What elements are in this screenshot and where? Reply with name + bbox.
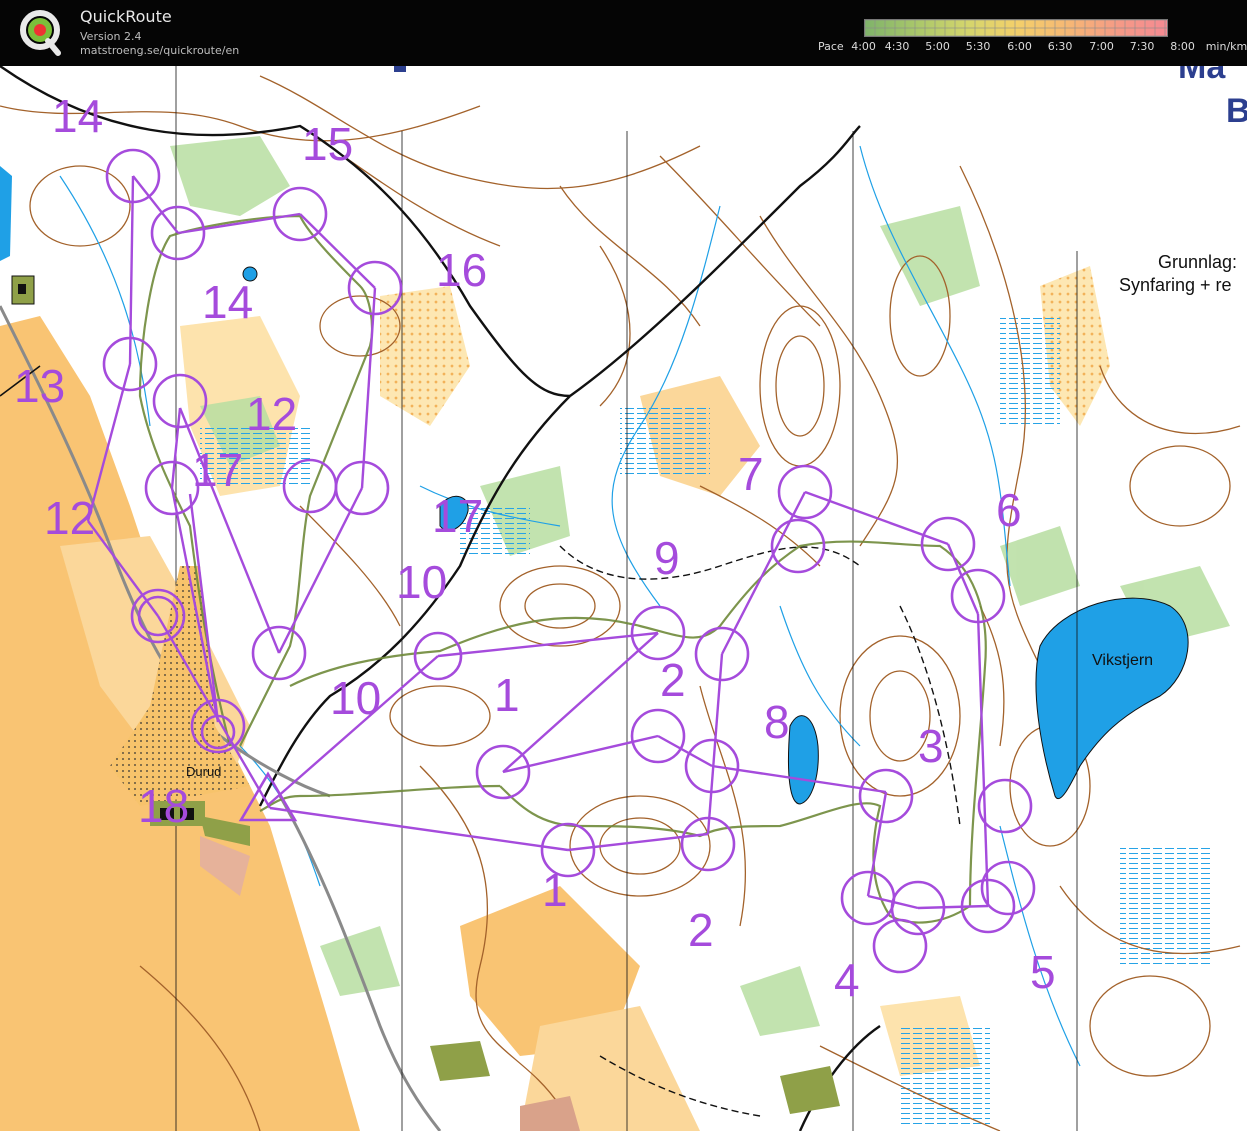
- map-title-fragment-1: Ma: [1178, 66, 1226, 86]
- control-number: 15: [302, 118, 353, 170]
- pace-tick: 4:00: [851, 40, 876, 53]
- pace-color-scale: [864, 19, 1168, 37]
- farm-label: Durud: [186, 764, 221, 779]
- control-number: 12: [246, 388, 297, 440]
- control-number: 6: [996, 484, 1022, 536]
- control-number: 1: [542, 864, 568, 916]
- quickroute-logo-icon: [20, 10, 61, 56]
- pace-tick: 6:30: [1047, 40, 1073, 53]
- control-number: 5: [1030, 946, 1056, 998]
- app-title: QuickRoute: [80, 7, 172, 26]
- pace-tick: 4:30: [884, 40, 910, 53]
- app-url-link[interactable]: matstroeng.se/quickroute/en: [80, 44, 239, 57]
- control-number: 3: [918, 720, 944, 772]
- app-header: QuickRoute Version 2.4 matstroeng.se/qui…: [0, 0, 1247, 66]
- control-number: 17: [192, 444, 243, 496]
- control-number: 7: [738, 448, 764, 500]
- control-number: 1: [494, 669, 520, 721]
- control-number: 18: [138, 780, 189, 832]
- control-number: 13: [14, 360, 65, 412]
- control-number: 4: [834, 954, 860, 1006]
- pace-tick: 7:00: [1089, 40, 1114, 53]
- control-number: 10: [396, 556, 447, 608]
- map-title-fragment-2: B: [1226, 92, 1247, 130]
- control-number: 9: [654, 532, 680, 584]
- pace-prefix: Pace: [818, 40, 844, 53]
- control-number: 16: [436, 244, 487, 296]
- control-number: 10: [330, 672, 381, 724]
- control-number: 2: [688, 904, 714, 956]
- control-number: 14: [202, 276, 253, 328]
- map-info-line-2: Synfaring + re: [1119, 275, 1232, 295]
- lake-label: Vikstjern: [1092, 652, 1153, 669]
- app-version: Version 2.4: [80, 30, 142, 43]
- orienteering-map[interactable]: Vikstjern Durud Grunnlag: Synfaring + re…: [0, 66, 1247, 1131]
- pace-tick: 5:00: [925, 40, 950, 53]
- map-info-line-1: Grunnlag:: [1158, 252, 1237, 272]
- control-number: 12: [44, 492, 95, 544]
- pace-unit: min/km: [1205, 40, 1247, 53]
- pace-tick: 6:00: [1007, 40, 1032, 53]
- pace-tick: 7:30: [1129, 40, 1155, 53]
- pace-tick: 8:00: [1170, 40, 1195, 53]
- pace-tick: 5:30: [965, 40, 991, 53]
- control-number: 17: [432, 490, 483, 542]
- control-number: 14: [52, 90, 103, 142]
- control-number: 2: [660, 654, 686, 706]
- pace-scale-labels: Pace 4:00 4:30 5:00 5:30 6:00 6:30 7:00 …: [818, 40, 1247, 53]
- control-number: 8: [764, 696, 790, 748]
